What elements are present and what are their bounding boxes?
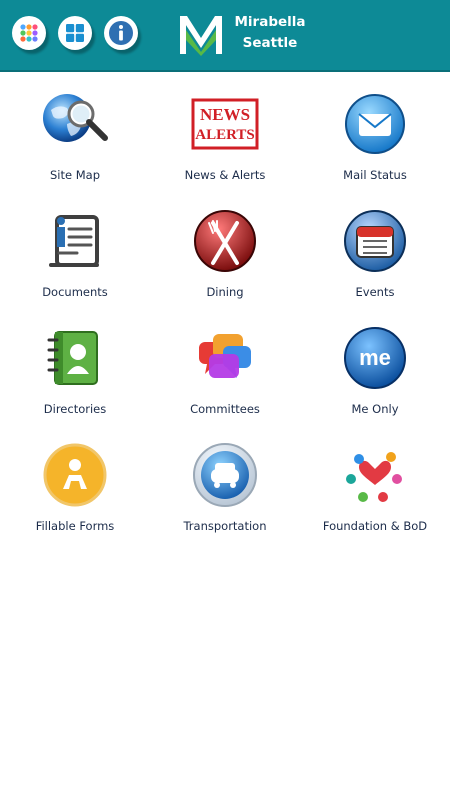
tile-label: Documents [42, 285, 108, 299]
tile-transportation[interactable]: Transportation [150, 423, 300, 540]
tile-directories[interactable]: Directories [0, 306, 150, 423]
fork-knife-icon [194, 210, 256, 272]
community-heart-icon [346, 452, 402, 502]
apps-menu-button[interactable] [12, 16, 46, 50]
tile-label: News & Alerts [184, 168, 266, 182]
document-scroll-icon [49, 215, 99, 267]
tile-label: Directories [43, 402, 107, 416]
tile-label: Transportation [183, 519, 267, 533]
car-icon [193, 443, 257, 507]
dashboard-button[interactable] [58, 16, 92, 50]
svg-text:NEWS: NEWS [200, 105, 250, 124]
me-badge-icon: me [344, 327, 406, 389]
mirabella-logo [180, 16, 222, 56]
tile-site-map[interactable]: Site Map [0, 72, 150, 189]
info-icon [109, 21, 133, 45]
calendar-icon [344, 210, 406, 272]
tile-committees[interactable]: Committees [150, 306, 300, 423]
tile-label: Fillable Forms [35, 519, 115, 533]
tile-label: Dining [206, 285, 244, 299]
tile-label: Foundation & BoD [322, 519, 428, 533]
windows-grid-icon [66, 24, 84, 42]
tile-fillable-forms[interactable]: Fillable Forms [0, 423, 150, 540]
news-alerts-stamp-icon: NEWS ALERTS [191, 98, 259, 150]
apps-grid-icon [20, 24, 38, 42]
brand-line1: Mirabella [234, 14, 306, 30]
tile-news-alerts[interactable]: NEWS ALERTS News & Alerts [150, 72, 300, 189]
tile-me-only[interactable]: me Me Only [300, 306, 450, 423]
contact-book-icon [47, 331, 98, 385]
tile-label: Committees [190, 402, 260, 416]
info-button[interactable] [104, 16, 138, 50]
tile-mail-status[interactable]: Mail Status [300, 72, 450, 189]
envelope-icon [345, 94, 405, 154]
tile-dining[interactable]: Dining [150, 189, 300, 306]
tile-label: Mail Status [343, 168, 407, 182]
tile-label: Site Map [49, 168, 100, 182]
brand-line2: Seattle [242, 35, 298, 51]
person-circle-icon [43, 443, 107, 507]
globe-magnifier-icon [43, 94, 108, 142]
svg-text:me: me [359, 345, 391, 370]
tile-foundation-bod[interactable]: Foundation & BoD [300, 423, 450, 540]
chat-bubbles-icon [199, 334, 251, 378]
brand-name: Mirabella Seattle [228, 12, 312, 54]
tile-events[interactable]: Events [300, 189, 450, 306]
tile-label: Me Only [351, 402, 399, 416]
tile-documents[interactable]: Documents [0, 189, 150, 306]
tile-label: Events [355, 285, 395, 299]
app-header: Mirabella Seattle [0, 0, 450, 72]
svg-text:ALERTS: ALERTS [195, 127, 255, 143]
